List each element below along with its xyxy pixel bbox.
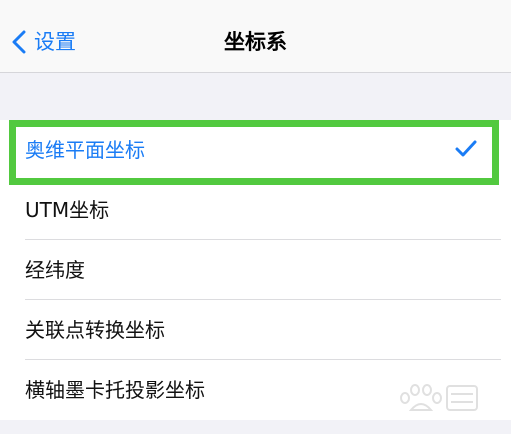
option-row-aowei-plane[interactable]: 奥维平面坐标	[0, 120, 511, 180]
navigation-bar: 设置 坐标系	[0, 0, 511, 73]
option-row-transverse-mercator[interactable]: 横轴墨卡托投影坐标	[0, 360, 511, 420]
coordinate-system-list: 奥维平面坐标 UTM坐标 经纬度 关联点转换坐标 横轴墨卡托投影坐标	[0, 120, 511, 420]
option-label: 经纬度	[25, 258, 85, 282]
option-label: 奥维平面坐标	[25, 138, 145, 162]
option-label: 横轴墨卡托投影坐标	[25, 378, 205, 402]
option-row-linked-point[interactable]: 关联点转换坐标	[0, 300, 511, 360]
page-title: 坐标系	[224, 30, 287, 54]
checkmark-icon	[455, 140, 477, 157]
option-label: 关联点转换坐标	[25, 318, 165, 342]
list-footer-spacer	[0, 420, 511, 434]
option-row-utm[interactable]: UTM坐标	[0, 180, 511, 240]
option-row-latlng[interactable]: 经纬度	[0, 240, 511, 300]
option-label: UTM坐标	[25, 198, 110, 222]
